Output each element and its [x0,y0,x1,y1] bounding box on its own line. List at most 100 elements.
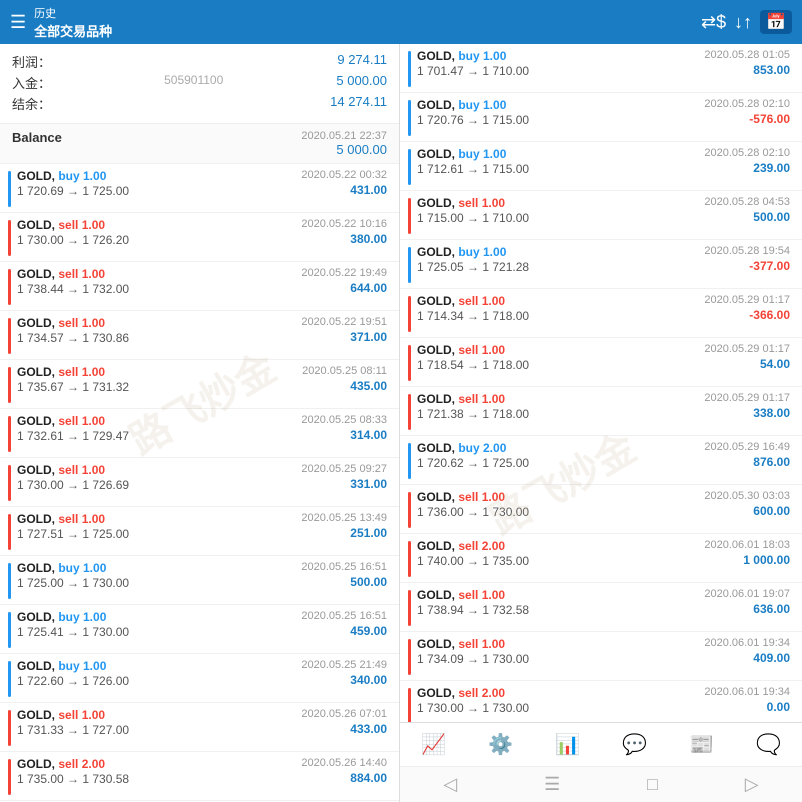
trade-item: GOLD, buy 1.00 1 725.41 → 1 730.00 2020.… [0,605,399,654]
header-icons: ⇄$ ↓↑ 📅 [701,10,792,34]
trade-date: 2020.05.25 16:51 [301,561,387,573]
trade-item-left: GOLD, buy 1.00 1 720.69 → 1 725.00 [8,169,129,207]
toolbar-message-icon[interactable]: 💬 [614,728,655,761]
trade-prices: 1 725.41 → 1 730.00 [17,625,129,639]
trade-name: GOLD, sell 1.00 [17,365,129,379]
exchange-icon[interactable]: ⇄$ [701,12,726,33]
trade-profit: 500.00 [301,575,387,589]
trade-prices: 1 738.44 → 1 732.00 [17,282,129,296]
right-trade-list[interactable]: GOLD, buy 1.00 1 701.47 → 1 710.00 2020.… [400,44,802,722]
trade-right: 2020.05.25 08:33 314.00 [301,414,387,442]
trade-right: 2020.05.22 19:49 644.00 [301,267,387,295]
trade-profit: 431.00 [301,183,387,197]
trade-name: GOLD, sell 1.00 [17,267,129,281]
trade-date: 2020.06.01 18:03 [704,539,790,551]
deposit-label: 入金： [12,73,51,92]
toolbar-chat-icon[interactable]: 🗨️ [748,728,789,761]
trade-name: GOLD, sell 1.00 [17,512,129,526]
app-container: 路飞炒金 路飞炒金 ☰ 历史 全部交易品种 ⇄$ ↓↑ 📅 利润： 9 274.… [0,0,802,802]
trade-item-left: GOLD, buy 1.00 1 725.41 → 1 730.00 [8,610,129,648]
balance-row-date: 2020.05.21 22:37 [301,130,387,142]
trade-indicator [408,590,411,626]
trade-indicator [408,100,411,136]
trade-info: GOLD, sell 1.00 1 738.44 → 1 732.00 [17,267,129,296]
trade-indicator [8,710,11,746]
trade-date: 2020.05.25 13:49 [301,512,387,524]
trade-info: GOLD, buy 1.00 1 725.41 → 1 730.00 [17,610,129,639]
nav-forward-icon[interactable]: ▷ [745,774,759,795]
trade-indicator [408,443,411,479]
trade-profit: 644.00 [301,281,387,295]
trade-item: GOLD, buy 1.00 1 725.05 → 1 721.28 2020.… [400,240,802,289]
calendar-icon[interactable]: 📅 [760,10,792,34]
trade-item-left: GOLD, sell 2.00 1 730.00 → 1 730.00 [408,686,529,722]
main-content: 利润： 9 274.11 入金： 505901100 5 000.00 结余： … [0,44,802,802]
balance-row: Balance 2020.05.21 22:37 5 000.00 [0,124,399,164]
trade-prices: 1 714.34 → 1 718.00 [417,309,529,323]
trade-date: 2020.05.25 08:11 [302,365,387,377]
balance-row-value: 5 000.00 [301,142,387,157]
nav-back-icon[interactable]: ◁ [443,774,457,795]
trade-prices: 1 735.00 → 1 730.58 [17,772,129,786]
trade-info: GOLD, sell 1.00 1 734.09 → 1 730.00 [417,637,529,666]
trade-indicator [8,465,11,501]
trade-date: 2020.05.25 09:27 [301,463,387,475]
toolbar-analytics-icon[interactable]: 📊 [547,728,588,761]
trade-date: 2020.05.28 04:53 [704,196,790,208]
trade-info: GOLD, sell 2.00 1 740.00 → 1 735.00 [417,539,529,568]
trade-name: GOLD, sell 1.00 [417,343,529,357]
trade-info: GOLD, sell 2.00 1 735.00 → 1 730.58 [17,757,129,786]
toolbar-settings-icon[interactable]: ⚙️ [480,728,521,761]
header-history-label: 历史 [34,5,112,21]
menu-icon[interactable]: ☰ [10,12,26,33]
trade-info: GOLD, sell 1.00 1 715.00 → 1 710.00 [417,196,529,225]
sort-icon[interactable]: ↓↑ [734,12,752,33]
toolbar-news-icon[interactable]: 📰 [681,728,722,761]
right-trades-container: GOLD, buy 1.00 1 701.47 → 1 710.00 2020.… [400,44,802,722]
trade-indicator [408,247,411,283]
left-trades-container: GOLD, buy 1.00 1 720.69 → 1 725.00 2020.… [0,164,399,802]
trade-indicator [408,639,411,675]
trade-item: GOLD, buy 1.00 1 725.00 → 1 730.00 2020.… [0,556,399,605]
trade-date: 2020.05.22 19:49 [301,267,387,279]
trade-info: GOLD, sell 1.00 1 738.94 → 1 732.58 [417,588,529,617]
trade-indicator [8,661,11,697]
profit-value: 9 274.11 [337,52,387,71]
trade-prices: 1 740.00 → 1 735.00 [417,554,529,568]
trade-info: GOLD, sell 1.00 1 732.61 → 1 729.47 [17,414,129,443]
trade-date: 2020.05.25 21:49 [301,659,387,671]
trade-date: 2020.06.01 19:34 [704,686,790,698]
trade-profit: 380.00 [301,232,387,246]
trade-item: GOLD, sell 1.00 1 731.33 → 1 727.00 2020… [0,703,399,752]
trade-info: GOLD, sell 1.00 1 735.67 → 1 731.32 [17,365,129,394]
trade-indicator [408,541,411,577]
left-panel: 利润： 9 274.11 入金： 505901100 5 000.00 结余： … [0,44,400,802]
trade-right: 2020.05.22 10:16 380.00 [301,218,387,246]
trade-profit: 884.00 [301,771,387,785]
toolbar-chart-icon[interactable]: 📈 [413,728,454,761]
trade-item: GOLD, sell 1.00 1 727.51 → 1 725.00 2020… [0,507,399,556]
trade-item-left: GOLD, sell 2.00 1 735.00 → 1 730.58 [8,757,129,795]
trade-profit: 371.00 [301,330,387,344]
nav-menu-icon[interactable]: ☰ [544,774,560,795]
trade-date: 2020.05.26 14:40 [301,757,387,769]
trade-prices: 1 718.54 → 1 718.00 [417,358,529,372]
left-trade-list[interactable]: Balance 2020.05.21 22:37 5 000.00 GOLD, … [0,124,399,802]
trade-name: GOLD, sell 1.00 [417,294,529,308]
trade-item-left: GOLD, sell 1.00 1 738.44 → 1 732.00 [8,267,129,305]
trade-item: GOLD, sell 1.00 1 730.00 → 1 726.69 2020… [0,458,399,507]
trade-item-left: GOLD, sell 1.00 1 734.09 → 1 730.00 [408,637,529,675]
trade-prices: 1 734.57 → 1 730.86 [17,331,129,345]
trade-item: GOLD, buy 2.00 1 720.62 → 1 725.00 2020.… [400,436,802,485]
trade-right: 2020.06.01 18:03 1 000.00 [704,539,790,567]
trade-name: GOLD, sell 1.00 [417,588,529,602]
trade-item-left: GOLD, sell 1.00 1 735.67 → 1 731.32 [8,365,129,403]
trade-profit: 239.00 [704,161,790,175]
trade-profit: 340.00 [301,673,387,687]
nav-home-icon[interactable]: □ [647,774,658,795]
trade-info: GOLD, sell 1.00 1 714.34 → 1 718.00 [417,294,529,323]
trade-indicator [8,416,11,452]
trade-prices: 1 735.67 → 1 731.32 [17,380,129,394]
trade-prices: 1 734.09 → 1 730.00 [417,652,529,666]
trade-info: GOLD, sell 1.00 1 736.00 → 1 730.00 [417,490,529,519]
